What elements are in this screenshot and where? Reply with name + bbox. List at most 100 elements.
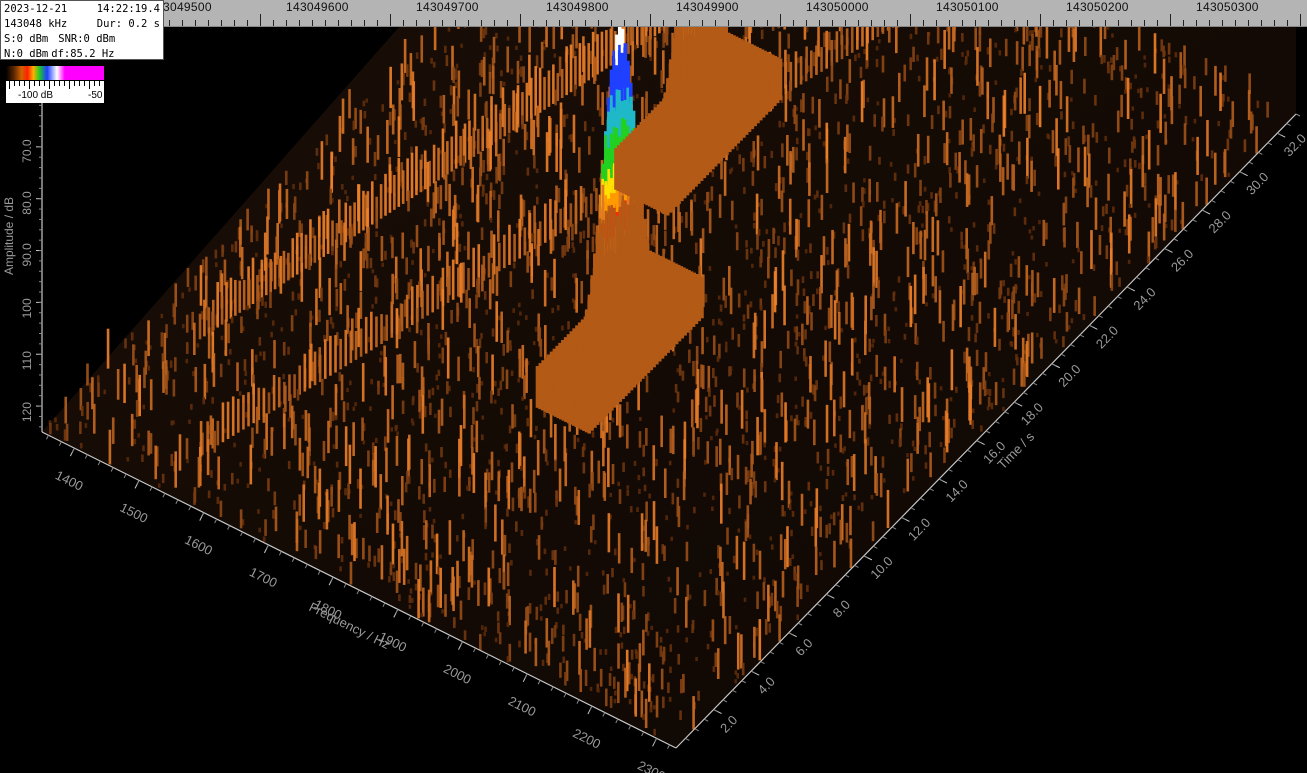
noise-bar (555, 133, 558, 172)
noise-bar (584, 121, 587, 131)
noise-bar (535, 184, 538, 188)
noise-bar (540, 339, 543, 357)
noise-bar (777, 395, 780, 403)
noise-bar (1002, 388, 1005, 398)
noise-bar (818, 99, 821, 128)
noise-bar (563, 115, 566, 127)
noise-bar (242, 395, 245, 430)
noise-bar (701, 327, 704, 354)
noise-bar (375, 231, 378, 237)
noise-bar (962, 95, 965, 100)
noise-bar (362, 191, 365, 231)
noise-bar (831, 230, 834, 264)
noise-bar (725, 342, 728, 346)
noise-bar (800, 99, 803, 112)
noise-bar (862, 229, 865, 241)
noise-bar (340, 283, 343, 314)
noise-bar (481, 381, 484, 386)
noise-bar (832, 470, 835, 476)
noise-bar (401, 521, 404, 556)
noise-bar (789, 558, 792, 566)
noise-bar (979, 382, 982, 404)
noise-bar (391, 385, 394, 419)
noise-bar (951, 349, 954, 390)
noise-bar (650, 707, 653, 712)
noise-bar (861, 405, 864, 430)
noise-bar (365, 98, 368, 102)
noise-bar (508, 544, 511, 553)
noise-bar (499, 113, 502, 139)
noise-bar (489, 191, 492, 220)
noise-bar (845, 184, 848, 192)
noise-bar (171, 421, 174, 426)
noise-bar (971, 147, 974, 156)
noise-bar (808, 482, 811, 491)
noise-bar (1063, 227, 1066, 247)
noise-bar (816, 190, 819, 197)
noise-bar (797, 279, 800, 295)
noise-bar (720, 321, 723, 325)
noise-bar (801, 494, 804, 526)
noise-bar (579, 614, 582, 631)
noise-bar (210, 470, 213, 478)
noise-bar (837, 301, 840, 313)
noise-bar (1168, 89, 1171, 107)
noise-bar (346, 388, 349, 392)
noise-bar (677, 654, 680, 665)
noise-bar (914, 163, 917, 177)
noise-bar (746, 441, 749, 445)
noise-bar (711, 186, 714, 200)
noise-bar (630, 506, 633, 512)
noise-bar (1227, 173, 1230, 177)
noise-bar (1014, 259, 1017, 265)
noise-bar (842, 448, 845, 454)
noise-bar (394, 510, 397, 520)
noise-bar (388, 576, 391, 582)
noise-bar (1084, 147, 1087, 187)
noise-bar (523, 375, 526, 399)
noise-bar (736, 146, 739, 150)
noise-bar (1038, 48, 1041, 57)
noise-bar (797, 250, 800, 261)
noise-bar (801, 324, 804, 346)
noise-bar (679, 364, 682, 375)
noise-bar (669, 667, 672, 673)
noise-bar (544, 325, 547, 359)
noise-bar (608, 513, 611, 552)
noise-bar (460, 44, 463, 48)
noise-bar (335, 240, 338, 269)
noise-bar (745, 410, 748, 419)
noise-bar (572, 580, 575, 614)
noise-bar (806, 585, 809, 592)
noise-bar (217, 421, 220, 446)
noise-bar (244, 380, 247, 385)
noise-bar (830, 204, 833, 208)
noise-bar (872, 247, 875, 286)
noise-bar (963, 280, 966, 305)
noise-bar (606, 574, 609, 594)
noise-bar (380, 351, 383, 355)
noise-bar (903, 488, 906, 493)
noise-bar (573, 435, 576, 449)
noise-bar (1250, 111, 1253, 133)
noise-bar (485, 309, 488, 314)
noise-bar (593, 223, 596, 234)
noise-bar (976, 273, 979, 294)
noise-bar (404, 132, 407, 140)
noise-bar (647, 631, 650, 636)
noise-bar (787, 34, 790, 49)
noise-bar (672, 408, 675, 412)
noise-bar (362, 363, 365, 402)
noise-bar (814, 385, 817, 401)
noise-bar (481, 434, 484, 440)
noise-bar (452, 210, 455, 247)
noise-bar (821, 195, 824, 220)
noise-bar (817, 452, 820, 464)
noise-bar (548, 116, 551, 156)
noise-bar (1026, 176, 1029, 184)
noise-bar (552, 336, 555, 340)
noise-bar (1130, 119, 1133, 130)
noise-bar (898, 73, 901, 102)
noise-bar (1010, 109, 1013, 116)
noise-bar (883, 478, 886, 482)
